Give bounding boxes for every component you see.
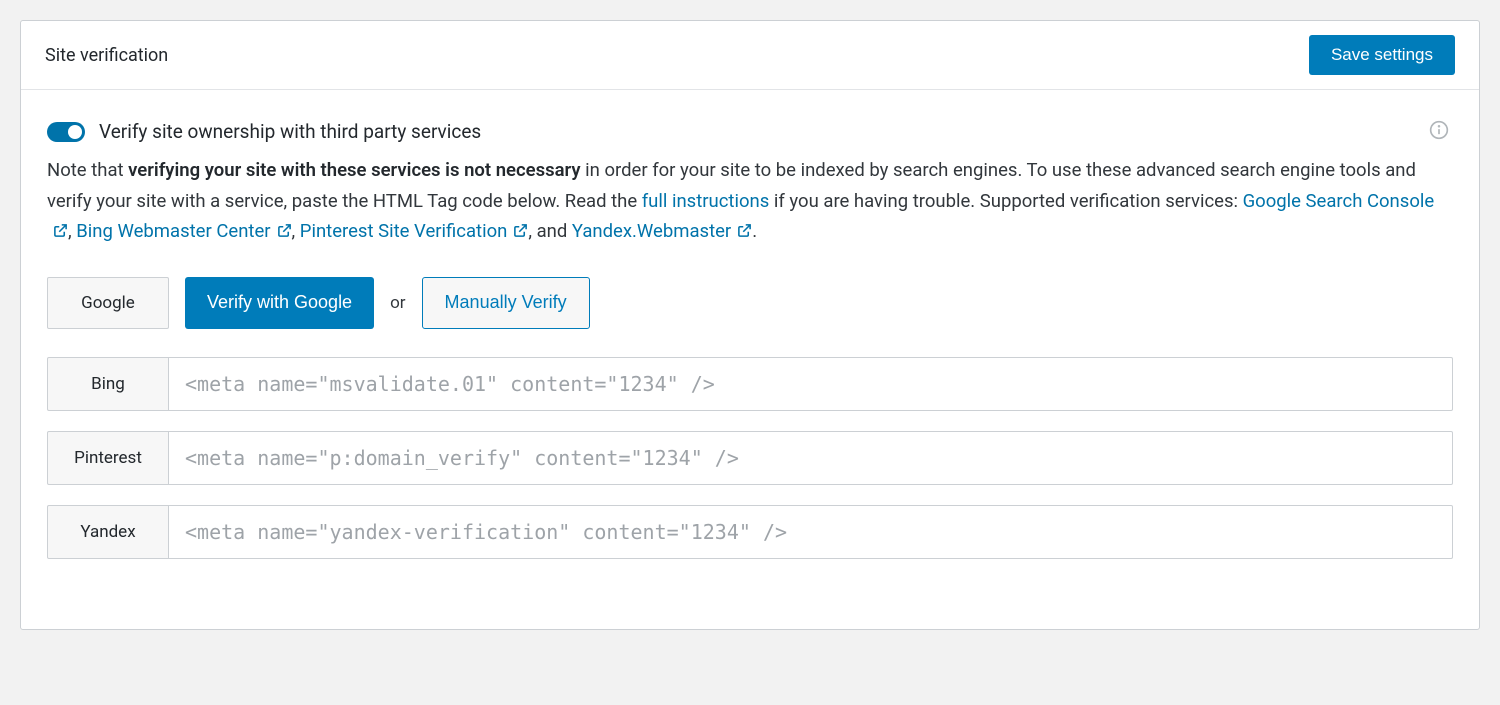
panel-header: Site verification Save settings: [21, 21, 1479, 90]
note-text-part: ,: [68, 220, 76, 242]
bing-input[interactable]: [169, 357, 1453, 411]
panel-title: Site verification: [45, 45, 168, 66]
yandex-field-label: Yandex: [47, 505, 169, 559]
toggle-row: Verify site ownership with third party s…: [47, 120, 1453, 143]
google-search-console-link[interactable]: Google Search Console: [1243, 190, 1435, 212]
bing-field-label: Bing: [47, 357, 169, 411]
note-text: Note that verifying your site with these…: [47, 155, 1453, 247]
site-verification-panel: Site verification Save settings Verify s…: [20, 20, 1480, 630]
note-text-part: Note that: [47, 159, 128, 181]
pinterest-field-row: Pinterest: [47, 431, 1453, 485]
bing-webmaster-link[interactable]: Bing Webmaster Center: [76, 220, 270, 242]
note-bold: verifying your site with these services …: [128, 159, 580, 181]
save-settings-button[interactable]: Save settings: [1309, 35, 1455, 75]
external-link-icon: [277, 223, 292, 238]
note-text-part: ,: [292, 220, 300, 242]
full-instructions-link[interactable]: full instructions: [642, 190, 770, 212]
toggle-label: Verify site ownership with third party s…: [99, 120, 481, 143]
google-row: Google Verify with Google or Manually Ve…: [47, 277, 1453, 329]
yandex-field-row: Yandex: [47, 505, 1453, 559]
manually-verify-button[interactable]: Manually Verify: [422, 277, 590, 329]
panel-body: Verify site ownership with third party s…: [21, 90, 1479, 629]
yandex-input[interactable]: [169, 505, 1453, 559]
pinterest-verification-link[interactable]: Pinterest Site Verification: [300, 220, 508, 242]
pinterest-field-label: Pinterest: [47, 431, 169, 485]
bing-field-row: Bing: [47, 357, 1453, 411]
note-text-part: .: [752, 220, 757, 242]
verify-with-google-button[interactable]: Verify with Google: [185, 277, 374, 329]
or-separator: or: [390, 277, 405, 329]
info-icon[interactable]: [1429, 120, 1449, 140]
yandex-webmaster-link[interactable]: Yandex.Webmaster: [572, 220, 731, 242]
note-text-part: , and: [528, 220, 572, 242]
verify-ownership-toggle[interactable]: [47, 122, 85, 142]
note-text-part: if you are having trouble. Supported ver…: [769, 190, 1242, 212]
google-field-label: Google: [47, 277, 169, 329]
external-link-icon: [737, 223, 752, 238]
external-link-icon: [53, 223, 68, 238]
external-link-icon: [513, 223, 528, 238]
pinterest-input[interactable]: [169, 431, 1453, 485]
